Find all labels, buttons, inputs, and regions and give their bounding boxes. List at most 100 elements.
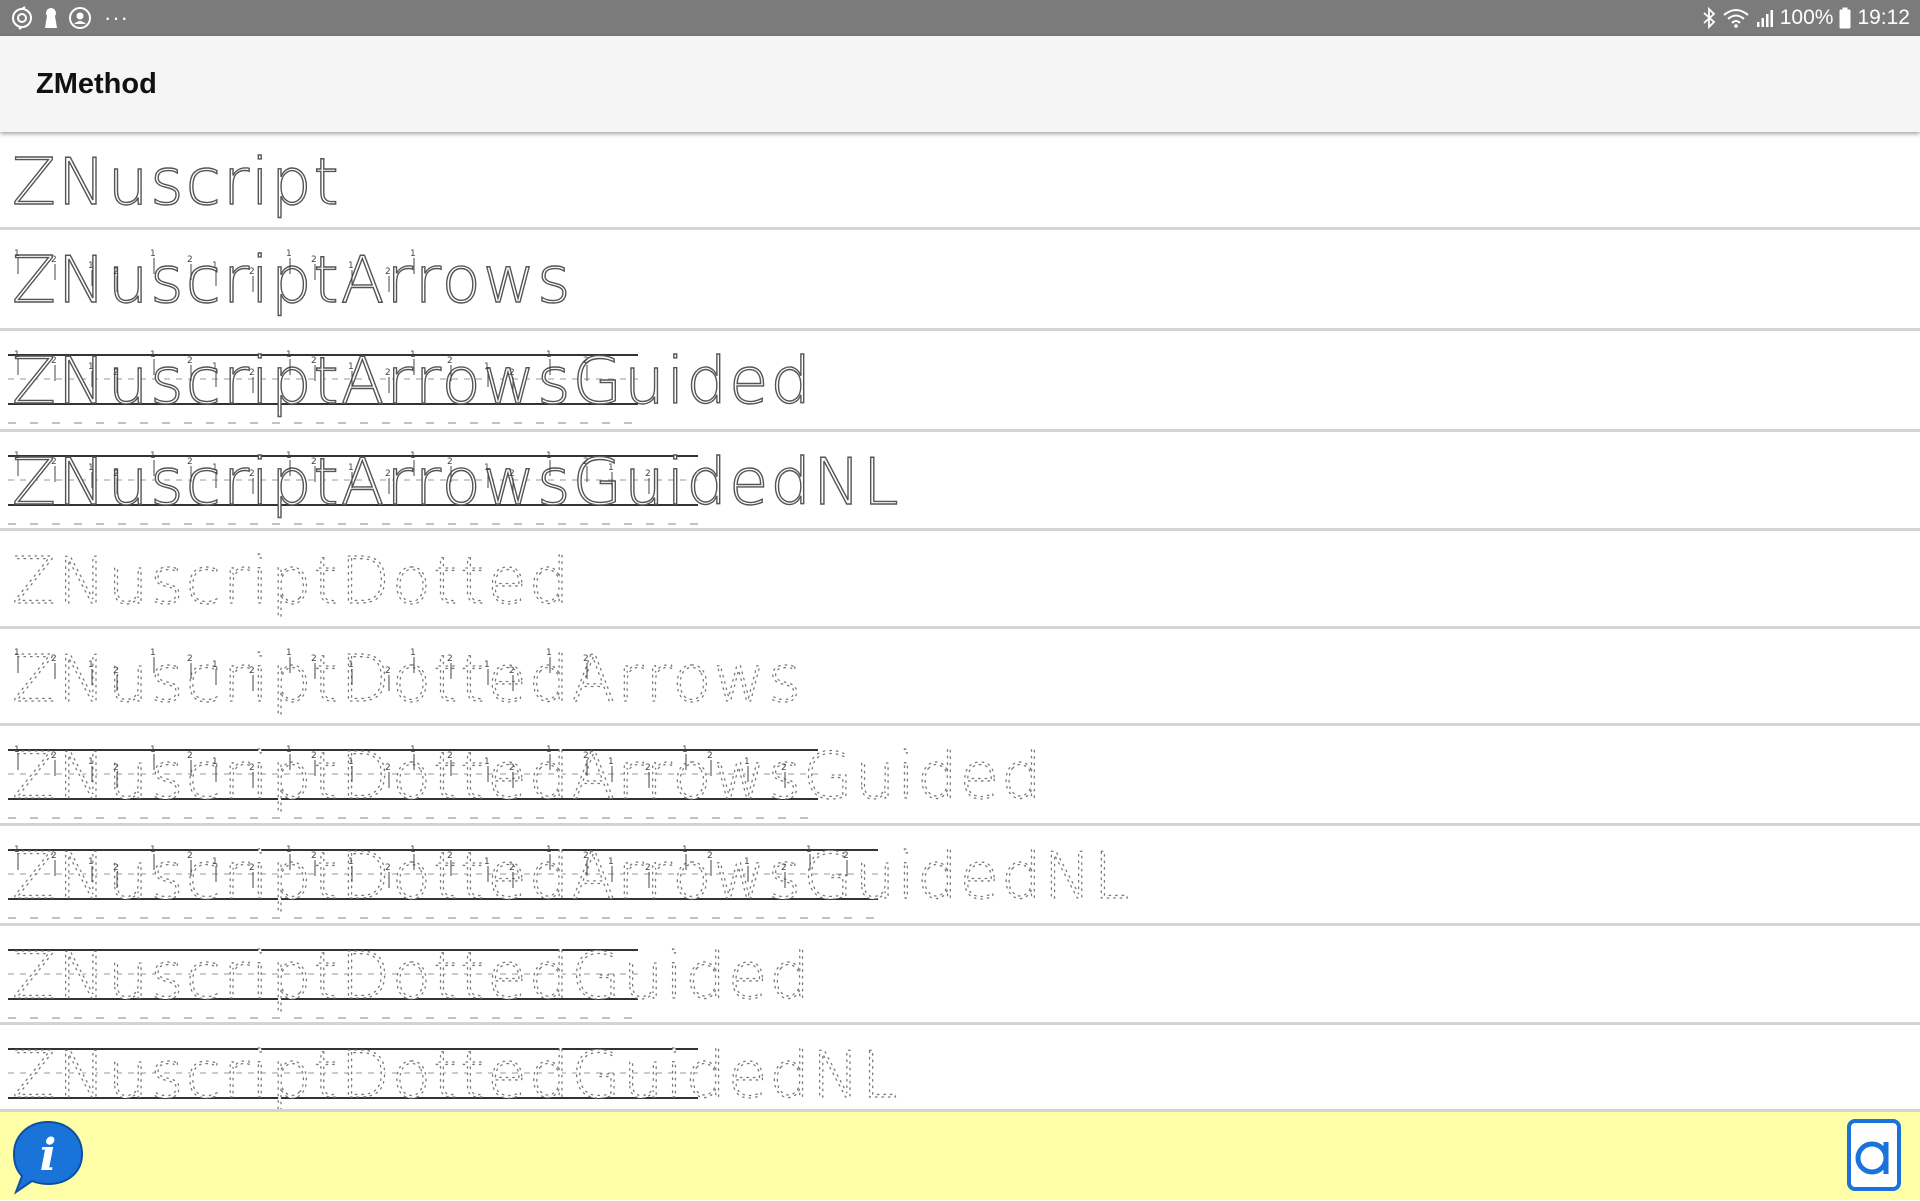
- stroke-order-marker: 2: [113, 763, 119, 773]
- stroke-order-marker: 2: [447, 751, 453, 761]
- stroke-order-marker: 1: [88, 757, 94, 767]
- stroke-order-marker: 2: [249, 368, 255, 378]
- info-speech-bubble-icon: i: [12, 1120, 84, 1195]
- font-list-item[interactable]: ZNuscriptArrows 1 2 1 2 1 2 1 2 1 2 1 2 1: [0, 230, 1920, 331]
- stroke-order-marker: 1: [212, 757, 218, 767]
- app-bar: ZMethod: [0, 36, 1920, 132]
- stroke-order-marker: 1: [212, 362, 218, 372]
- font-list-item[interactable]: ZNuscriptDotted: [0, 531, 1920, 629]
- stroke-order-marker: 1: [546, 350, 552, 360]
- stroke-order-marker: 1: [348, 362, 354, 372]
- info-button[interactable]: i: [10, 1116, 86, 1196]
- bluetooth-icon: [1702, 7, 1716, 29]
- font-name-label: ZNuscriptDottedGuided: [12, 940, 812, 1014]
- stroke-order-marker: 2: [51, 851, 57, 861]
- stroke-order-marker: 1: [150, 451, 156, 461]
- stroke-order-marker: 2: [385, 368, 391, 378]
- stroke-order-marker: 2: [311, 751, 317, 761]
- stroke-order-marker: 1: [286, 648, 292, 658]
- stroke-order-marker: 1: [546, 451, 552, 461]
- font-list[interactable]: ZNuscript ZNuscriptArrows 1 2 1 2 1 2 1 2 1 2 1 2 1 ZNu…: [0, 132, 1920, 1112]
- stroke-order-marker: 2: [311, 851, 317, 861]
- stroke-order-marker: 2: [447, 851, 453, 861]
- font-list-item[interactable]: ZNuscriptArrowsGuided 1 2 1 2 1 2 1 2 1 2 1 2 1 2 1 2 1 2: [0, 331, 1920, 432]
- stroke-order-marker: 1: [682, 745, 688, 755]
- sync-icon: [10, 6, 34, 30]
- stroke-order-marker: 1: [14, 249, 20, 259]
- stroke-order-marker: 2: [311, 457, 317, 467]
- stroke-order-marker: 2: [583, 654, 589, 664]
- stroke-order-marker: 2: [509, 469, 515, 479]
- more-notifications-icon: ···: [104, 5, 129, 30]
- stroke-order-marker: 1: [286, 845, 292, 855]
- font-sample: ZNuscriptDottedArrows1 2 1 2 1 2 1 2 1 2 1 2 1 2 1 2 1 2: [11, 642, 803, 717]
- stroke-order-marker: 1: [410, 249, 416, 259]
- font-list-item[interactable]: ZNuscriptArrowsGuidedNL 1 2 1 2 1 2 1 2 1 2 1 2 1 2 1 2 1…: [0, 432, 1920, 531]
- stroke-order-marker: 2: [187, 654, 193, 664]
- stroke-order-marker: 2: [583, 457, 589, 467]
- stroke-order-marker: 1: [14, 451, 20, 461]
- stroke-order-marker: 1: [546, 845, 552, 855]
- font-list-item[interactable]: ZNuscriptDottedArrowsGuided 1 2 1 2 1 2 1 2 1 2 1 2 1…: [0, 726, 1920, 826]
- stroke-order-marker: 2: [447, 457, 453, 467]
- font-sample: ZNuscriptDottedGuided: [8, 939, 812, 1019]
- stroke-order-marker: 1: [14, 648, 20, 658]
- stroke-order-marker: 1: [150, 249, 156, 259]
- stroke-order-marker: 2: [509, 368, 515, 378]
- stroke-order-marker: 2: [113, 863, 119, 873]
- stroke-order-marker: 1: [348, 757, 354, 767]
- stroke-order-marker: 1: [212, 857, 218, 867]
- stroke-order-marker: 2: [51, 255, 57, 265]
- stroke-order-marker: 2: [311, 255, 317, 265]
- stroke-order-marker: 2: [249, 763, 255, 773]
- app-title: ZMethod: [36, 67, 157, 100]
- stroke-order-marker: 2: [51, 356, 57, 366]
- stroke-order-marker: 2: [583, 751, 589, 761]
- font-sample: ZNuscriptArrowsGuidedNL1 2 1 2 1 2 1 2 1 2 1 2 1 2 1 2 1…: [8, 445, 899, 525]
- font-sample: ZNuscriptDottedArrowsGuidedNL1 2 1 2 1 2 1 2 1 2 1…: [8, 839, 1131, 919]
- app-a-button[interactable]: [1846, 1118, 1902, 1192]
- info-letter: i: [40, 1130, 57, 1181]
- stroke-order-marker: 2: [249, 863, 255, 873]
- stroke-order-marker: 1: [286, 249, 292, 259]
- font-sample: ZNuscriptDotted: [11, 544, 570, 619]
- stroke-order-marker: 1: [348, 261, 354, 271]
- stroke-order-marker: 1: [484, 463, 490, 473]
- stroke-order-marker: 1: [410, 845, 416, 855]
- status-bar-right: 100% 19:12: [1702, 6, 1910, 30]
- font-name-label: ZNuscriptDottedArrowsGuided: [12, 740, 1044, 814]
- stroke-order-marker: 1: [484, 857, 490, 867]
- font-list-item[interactable]: ZNuscriptDottedArrowsGuidedNL 1 2 1 2 1 2 1 2 1 2 1…: [0, 826, 1920, 926]
- stroke-order-marker: 2: [385, 863, 391, 873]
- font-list-item[interactable]: ZNuscriptDottedGuided: [0, 926, 1920, 1025]
- stroke-order-marker: 1: [546, 648, 552, 658]
- stroke-order-marker: 1: [484, 362, 490, 372]
- letter-a-icon: [1847, 1119, 1901, 1191]
- font-list-item[interactable]: ZNuscript: [0, 132, 1920, 230]
- stroke-order-marker: 2: [187, 356, 193, 366]
- stroke-order-marker: 2: [311, 654, 317, 664]
- font-name-label: ZNuscriptDottedArrowsGuidedNL: [12, 840, 1131, 914]
- font-list-item[interactable]: ZNuscriptDottedGuidedNL: [0, 1025, 1920, 1112]
- font-name-label: ZNuscriptArrows: [12, 244, 572, 318]
- stroke-order-marker: 2: [249, 469, 255, 479]
- stroke-order-marker: 2: [113, 469, 119, 479]
- stroke-order-marker: 2: [509, 666, 515, 676]
- signal-icon: [1756, 8, 1774, 28]
- stroke-order-marker: 2: [509, 763, 515, 773]
- font-name-label: ZNuscriptDottedGuidedNL: [12, 1039, 899, 1112]
- stroke-order-marker: 1: [150, 648, 156, 658]
- stroke-order-marker: 2: [781, 763, 787, 773]
- stroke-order-marker: 1: [608, 857, 614, 867]
- font-name-label: ZNuscriptDottedArrows: [12, 643, 803, 717]
- bottom-bar: i: [0, 1112, 1920, 1200]
- battery-icon: [1839, 7, 1851, 29]
- stroke-order-marker: 2: [385, 763, 391, 773]
- font-list-item[interactable]: ZNuscriptDottedArrows 1 2 1 2 1 2 1 2 1 2 1 2 1 2 1 2 1 2: [0, 629, 1920, 726]
- stroke-order-marker: 2: [187, 851, 193, 861]
- stroke-order-marker: 2: [509, 863, 515, 873]
- stroke-order-marker: 1: [608, 757, 614, 767]
- stroke-order-marker: 2: [707, 751, 713, 761]
- stroke-order-marker: 2: [583, 356, 589, 366]
- wifi-icon: [1722, 7, 1750, 29]
